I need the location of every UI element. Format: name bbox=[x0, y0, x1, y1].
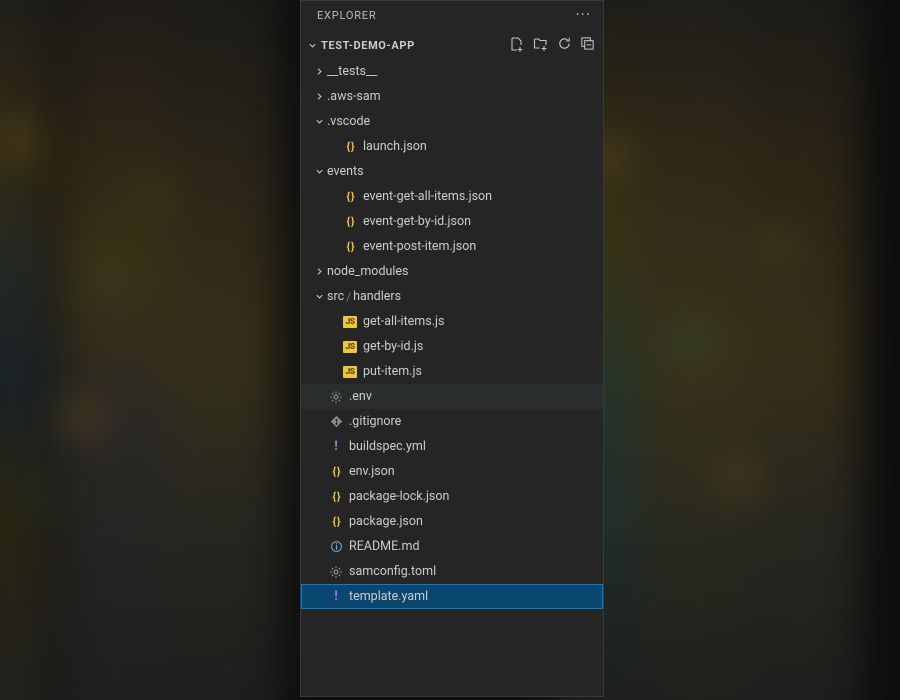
chevron-down-icon bbox=[305, 40, 319, 51]
file-row[interactable]: ! buildspec.yml bbox=[301, 434, 603, 459]
yaml-icon: ! bbox=[327, 439, 345, 454]
file-label: event-get-all-items.json bbox=[363, 189, 492, 204]
json-icon: { } bbox=[327, 465, 345, 478]
header-actions bbox=[509, 36, 595, 55]
file-label: event-post-item.json bbox=[363, 239, 476, 254]
collapse-all-icon[interactable] bbox=[580, 36, 595, 54]
file-label: package.json bbox=[349, 514, 423, 529]
file-label: env.json bbox=[349, 464, 395, 479]
chevron-right-icon bbox=[311, 91, 327, 102]
folder-label: .vscode bbox=[327, 114, 370, 129]
folder-label: .aws-sam bbox=[327, 89, 381, 104]
file-row[interactable]: .gitignore bbox=[301, 409, 603, 434]
file-row[interactable]: samconfig.toml bbox=[301, 559, 603, 584]
file-label: get-by-id.js bbox=[363, 339, 423, 354]
git-icon bbox=[327, 415, 345, 428]
file-row[interactable]: JS get-all-items.js bbox=[301, 309, 603, 334]
explorer-panel: EXPLORER ··· TEST-DEMO-APP __tests__ .aws… bbox=[300, 0, 604, 697]
path-separator: / bbox=[346, 290, 351, 304]
more-actions-icon[interactable]: ··· bbox=[575, 10, 591, 20]
file-label: buildspec.yml bbox=[349, 439, 426, 454]
file-row[interactable]: { } package.json bbox=[301, 509, 603, 534]
info-icon bbox=[327, 540, 345, 553]
json-icon: { } bbox=[341, 240, 359, 253]
file-row[interactable]: .env bbox=[301, 384, 603, 409]
folder-row[interactable]: src/handlers bbox=[301, 284, 603, 309]
json-icon: { } bbox=[327, 515, 345, 528]
file-label: get-all-items.js bbox=[363, 314, 444, 329]
js-icon: JS bbox=[341, 341, 359, 353]
file-row[interactable]: JS put-item.js bbox=[301, 359, 603, 384]
file-row[interactable]: ! template.yaml bbox=[301, 584, 603, 609]
file-label: put-item.js bbox=[363, 364, 422, 379]
file-row[interactable]: { } event-get-by-id.json bbox=[301, 209, 603, 234]
chevron-right-icon bbox=[311, 266, 327, 277]
file-label: launch.json bbox=[363, 139, 427, 154]
chevron-down-icon bbox=[311, 291, 327, 302]
file-row[interactable]: JS get-by-id.js bbox=[301, 334, 603, 359]
file-label: .gitignore bbox=[349, 414, 401, 429]
folder-row[interactable]: .aws-sam bbox=[301, 84, 603, 109]
panel-header: EXPLORER ··· bbox=[301, 1, 603, 33]
refresh-icon[interactable] bbox=[557, 36, 572, 54]
yaml-icon: ! bbox=[327, 589, 345, 604]
folder-row[interactable]: events bbox=[301, 159, 603, 184]
folder-label: src bbox=[327, 289, 344, 304]
gear-icon bbox=[327, 390, 345, 404]
file-tree: __tests__ .aws-sam .vscode { } launch.json ev… bbox=[301, 57, 603, 609]
js-icon: JS bbox=[341, 316, 359, 328]
chevron-down-icon bbox=[311, 166, 327, 177]
file-row[interactable]: { } event-get-all-items.json bbox=[301, 184, 603, 209]
file-row[interactable]: { } package-lock.json bbox=[301, 484, 603, 509]
project-name: TEST-DEMO-APP bbox=[321, 39, 509, 52]
gear-icon bbox=[327, 565, 345, 579]
folder-label-2: handlers bbox=[353, 289, 401, 304]
chevron-down-icon bbox=[311, 116, 327, 127]
folder-row[interactable]: node_modules bbox=[301, 259, 603, 284]
json-icon: { } bbox=[341, 190, 359, 203]
folder-row[interactable]: __tests__ bbox=[301, 59, 603, 84]
folder-label: events bbox=[327, 164, 364, 179]
new-file-icon[interactable] bbox=[509, 36, 525, 55]
file-row[interactable]: { } event-post-item.json bbox=[301, 234, 603, 259]
folder-label: __tests__ bbox=[327, 64, 377, 79]
js-icon: JS bbox=[341, 366, 359, 378]
json-icon: { } bbox=[341, 215, 359, 228]
json-icon: { } bbox=[341, 140, 359, 153]
file-row[interactable]: README.md bbox=[301, 534, 603, 559]
folder-label: node_modules bbox=[327, 264, 409, 279]
file-row[interactable]: { } env.json bbox=[301, 459, 603, 484]
file-label: event-get-by-id.json bbox=[363, 214, 471, 229]
file-label: .env bbox=[349, 389, 372, 404]
chevron-right-icon bbox=[311, 66, 327, 77]
file-label: package-lock.json bbox=[349, 489, 449, 504]
panel-title: EXPLORER bbox=[317, 9, 376, 22]
file-label: samconfig.toml bbox=[349, 564, 436, 579]
file-label: template.yaml bbox=[349, 589, 428, 604]
file-row[interactable]: { } launch.json bbox=[301, 134, 603, 159]
json-icon: { } bbox=[327, 490, 345, 503]
file-label: README.md bbox=[349, 539, 420, 554]
project-header[interactable]: TEST-DEMO-APP bbox=[301, 33, 603, 57]
folder-row[interactable]: .vscode bbox=[301, 109, 603, 134]
new-folder-icon[interactable] bbox=[533, 36, 549, 55]
